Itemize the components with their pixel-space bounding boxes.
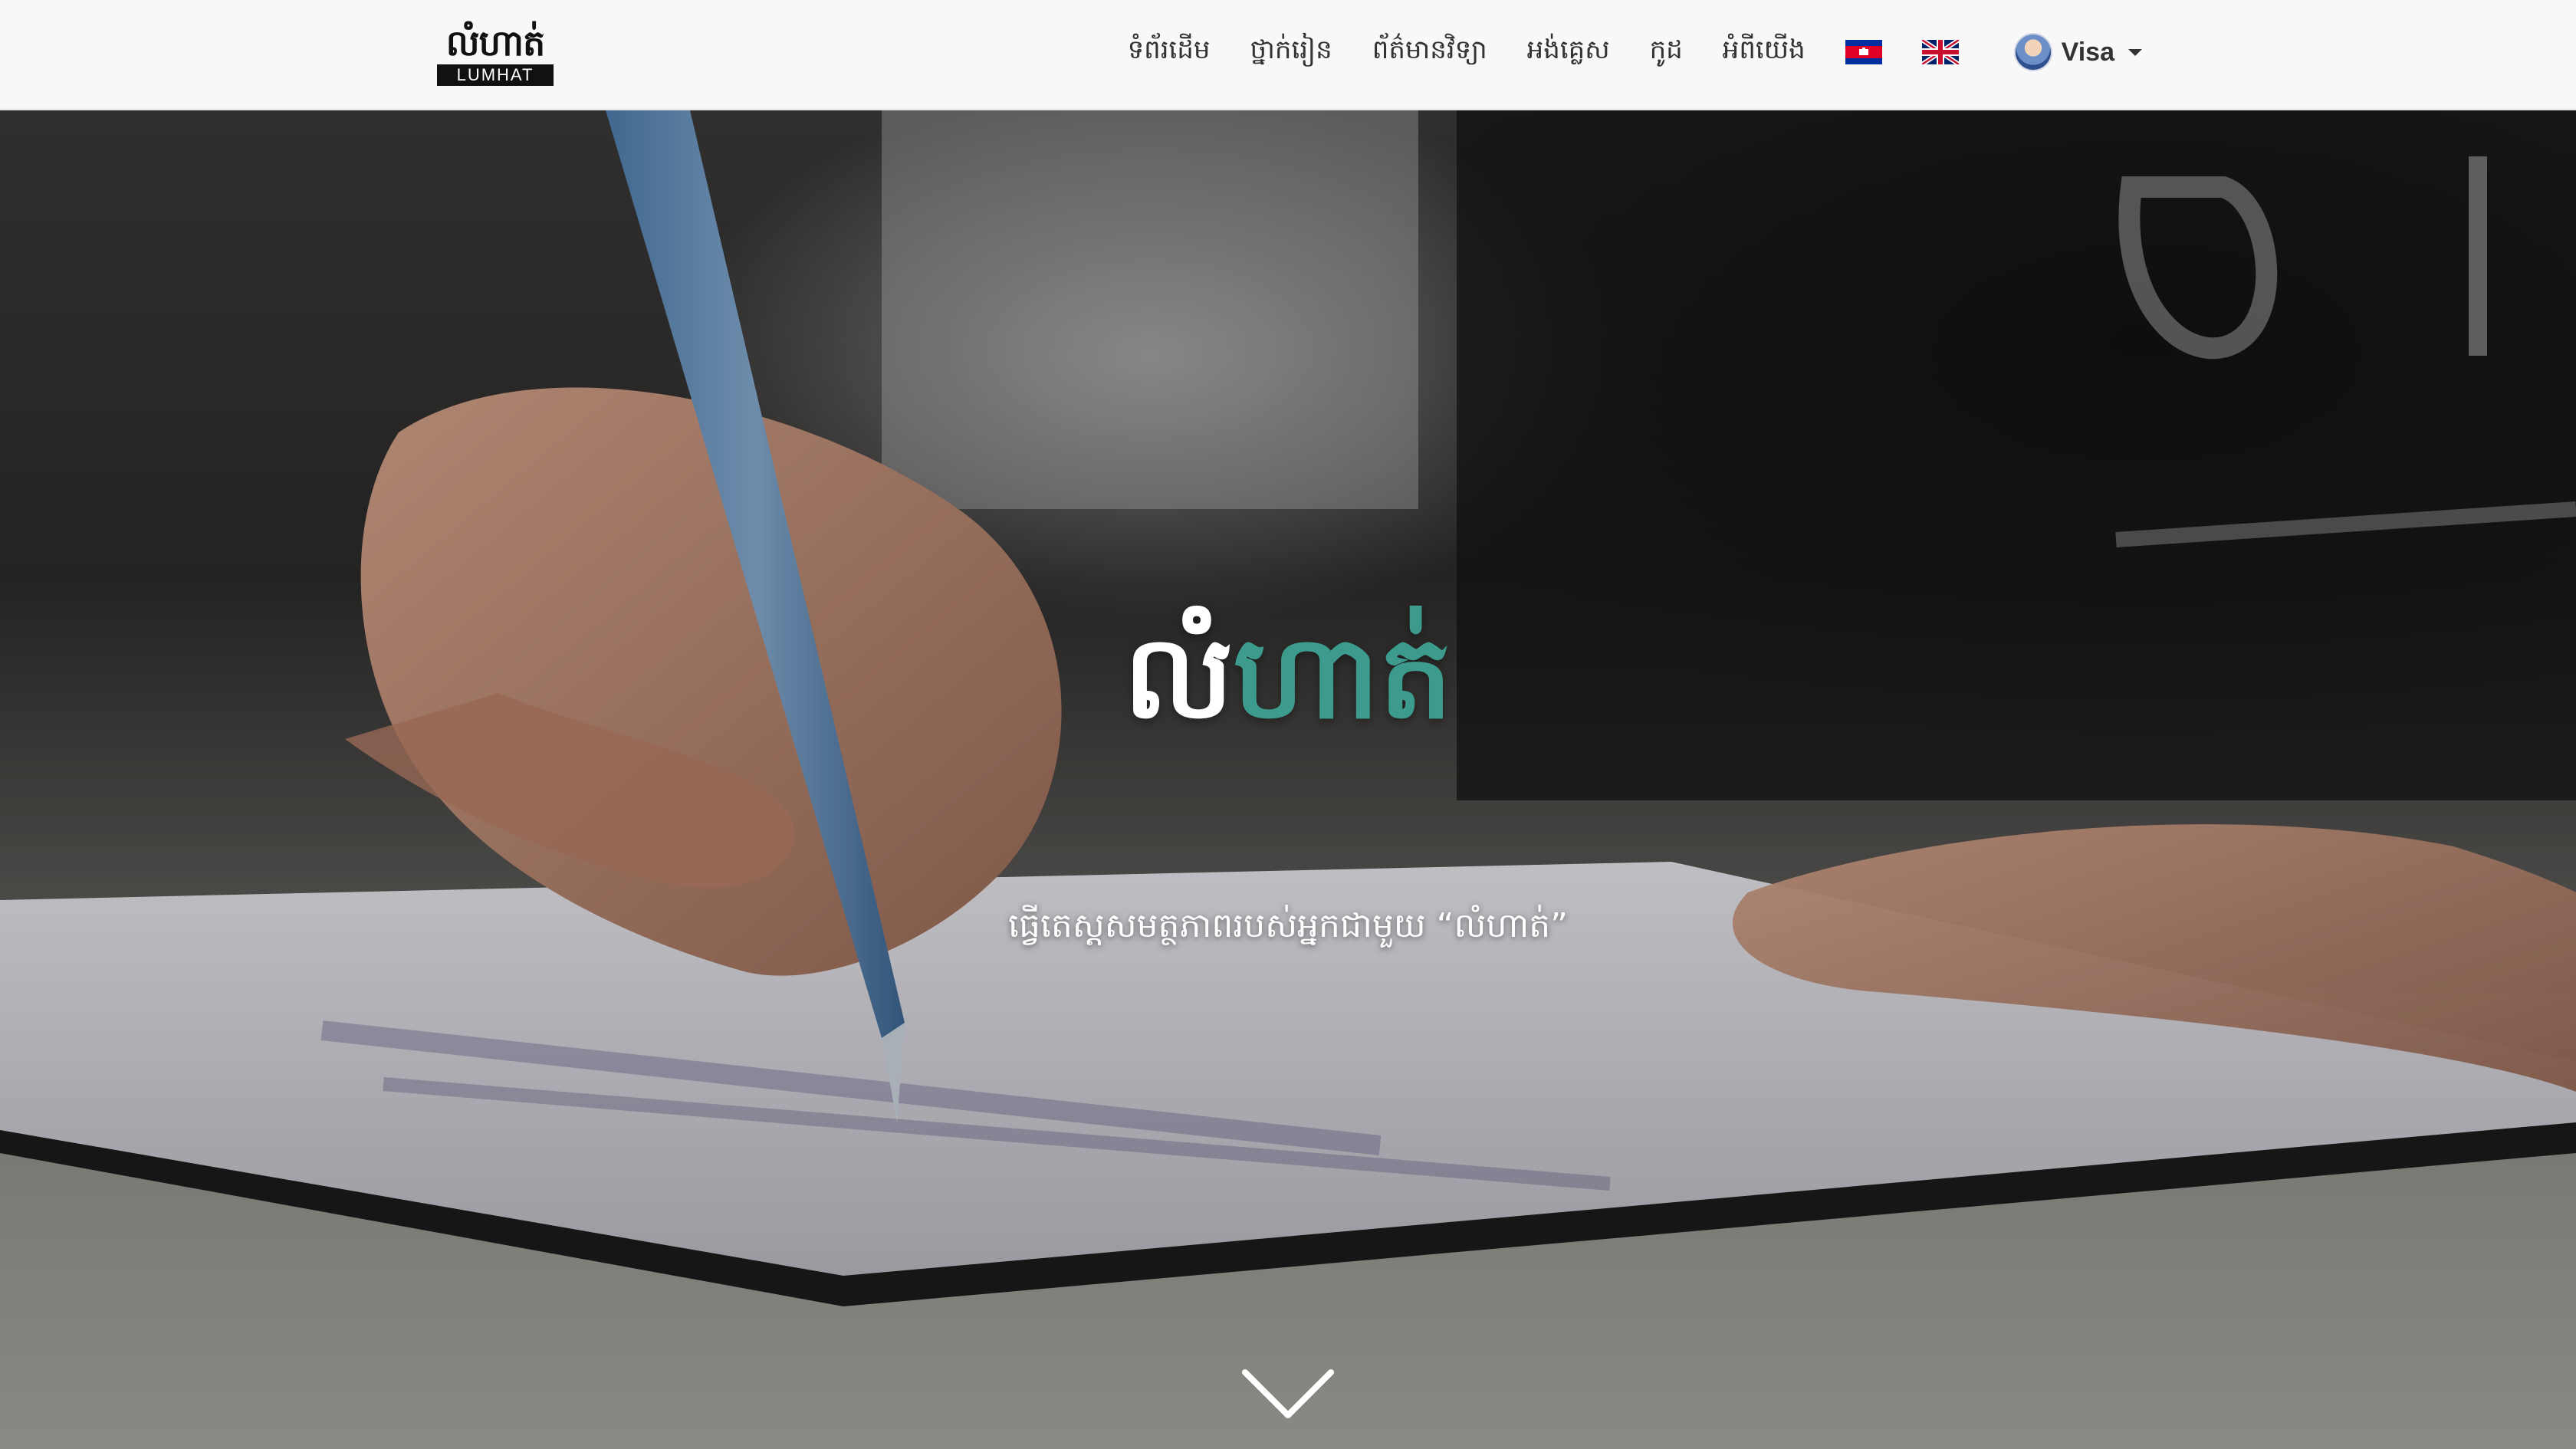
logo-script: លំហាត់ [445, 22, 545, 64]
nav-item-classes[interactable]: ថ្នាក់រៀន [1250, 33, 1332, 71]
avatar [2013, 33, 2052, 71]
brand-logo[interactable]: លំហាត់ LUMHAT [435, 20, 555, 87]
hero-title: លំហាត់ [0, 601, 2576, 754]
hero-section: លំហាត់ ធ្វើតេស្តសមត្ថភាពរបស់អ្នកជាមួយ “ល… [0, 110, 2576, 1449]
nav-item-english[interactable]: អង់គ្លេស [1527, 33, 1610, 71]
user-name: Visa [2061, 37, 2114, 67]
nav-item-it[interactable]: ព័ត៌មានវិទ្យា [1372, 33, 1487, 71]
nav-menu: ទំព័រដើម ថ្នាក់រៀន ព័ត៌មានវិទ្យា អង់គ្លេ… [1088, 0, 2142, 104]
hero-title-part1: លំ [1123, 611, 1234, 744]
logo-band: LUMHAT [437, 64, 554, 86]
chevron-down-icon [2128, 48, 2142, 56]
nav-item-code[interactable]: កូដ [1650, 33, 1683, 71]
scroll-down-chevron-icon[interactable] [1242, 1368, 1334, 1429]
uk-flag-icon[interactable] [1921, 40, 1959, 64]
nav-item-about[interactable]: អំពីយើង [1723, 33, 1806, 71]
cambodia-flag-icon[interactable] [1845, 40, 1882, 64]
user-menu-dropdown[interactable]: Visa [2013, 33, 2142, 71]
hero-subtitle: ធ្វើតេស្តសមត្ថភាពរបស់អ្នកជាមួយ “លំហាត់” [1008, 906, 1568, 945]
hero-title-part2: ហាត់ [1233, 611, 1453, 744]
nav-item-home[interactable]: ទំព័រដើម [1128, 33, 1211, 71]
hero-dim-overlay [0, 110, 2576, 1449]
top-navbar: លំហាត់ LUMHAT ទំព័រដើម ថ្នាក់រៀន ព័ត៌មាន… [0, 0, 2576, 110]
